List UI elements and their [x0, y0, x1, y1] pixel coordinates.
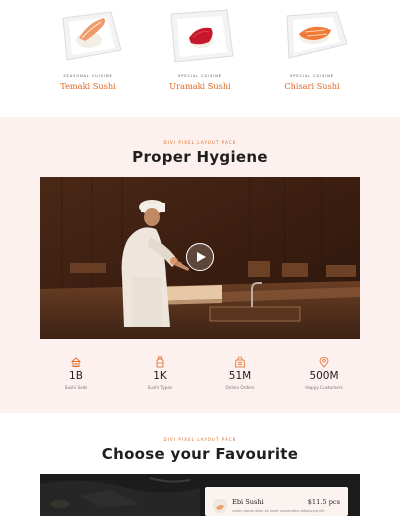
menu-item-description: Lorem ipsum dolor sit amet consectetur a… [232, 509, 325, 513]
stats-row: 1B Sushi Sells 1K Sushi Types 51M Online… [40, 353, 360, 393]
stat-sushi-sells: 1B Sushi Sells [36, 353, 116, 390]
menu-item-thumbnail [213, 499, 227, 514]
stat-value: 1B [69, 370, 83, 382]
card-title[interactable]: Uramaki Sushi [150, 81, 250, 91]
stat-value: 51M [228, 370, 252, 382]
house-icon [70, 353, 82, 367]
card-kicker: Seasonal Cuisine [63, 74, 113, 78]
temaki-sushi-image [49, 8, 127, 66]
location-pin-icon [318, 353, 330, 368]
sushi-card-chisari[interactable]: Special Cuisine Chisari Sushi [262, 8, 362, 91]
stat-value: 500M [309, 370, 339, 382]
play-icon [197, 251, 206, 262]
stat-label: Online Orders [225, 385, 255, 390]
bottle-icon [154, 353, 166, 368]
stat-sushi-types: 1K Sushi Types [120, 353, 200, 390]
menu-item-name: Ebi Sushi [232, 498, 264, 506]
section-kicker: Divi Pixel Layout Pack [163, 437, 237, 442]
card-title[interactable]: Chisari Sushi [262, 81, 362, 91]
section-title: Choose your Favourite [101, 445, 299, 463]
sushi-card-temaki[interactable]: Seasonal Cuisine Temaki Sushi [38, 8, 138, 91]
stat-online-orders: 51M Online Orders [200, 353, 280, 390]
stat-happy-customers: 500M Happy Customers [284, 353, 364, 390]
bag-icon [234, 353, 246, 368]
chisari-sushi-image [273, 8, 351, 66]
menu-item-price: $11.5 pcs [307, 498, 340, 506]
video-play-button[interactable] [186, 243, 214, 271]
stat-label: Sushi Sells [64, 385, 88, 390]
card-kicker: Special Cuisine [290, 74, 334, 78]
stat-label: Sushi Types [147, 385, 173, 390]
sushi-card-uramaki[interactable]: Special Cuisine Uramaki Sushi [150, 8, 250, 91]
sushi-cards-section: Seasonal Cuisine Temaki Sushi Special Cu… [0, 0, 400, 117]
menu-item-card[interactable]: Ebi Sushi $11.5 pcs Lorem ipsum dolor si… [205, 487, 348, 516]
stat-value: 1K [153, 370, 167, 382]
uramaki-sushi-image [161, 8, 239, 66]
card-title[interactable]: Temaki Sushi [38, 81, 138, 91]
card-kicker: Special Cuisine [178, 74, 222, 78]
stat-label: Happy Customers [305, 385, 343, 390]
hygiene-section: Divi Pixel Layout Pack Proper Hygiene [0, 117, 400, 413]
section-title: Proper Hygiene [132, 148, 268, 166]
section-kicker: Divi Pixel Layout Pack [163, 140, 237, 145]
